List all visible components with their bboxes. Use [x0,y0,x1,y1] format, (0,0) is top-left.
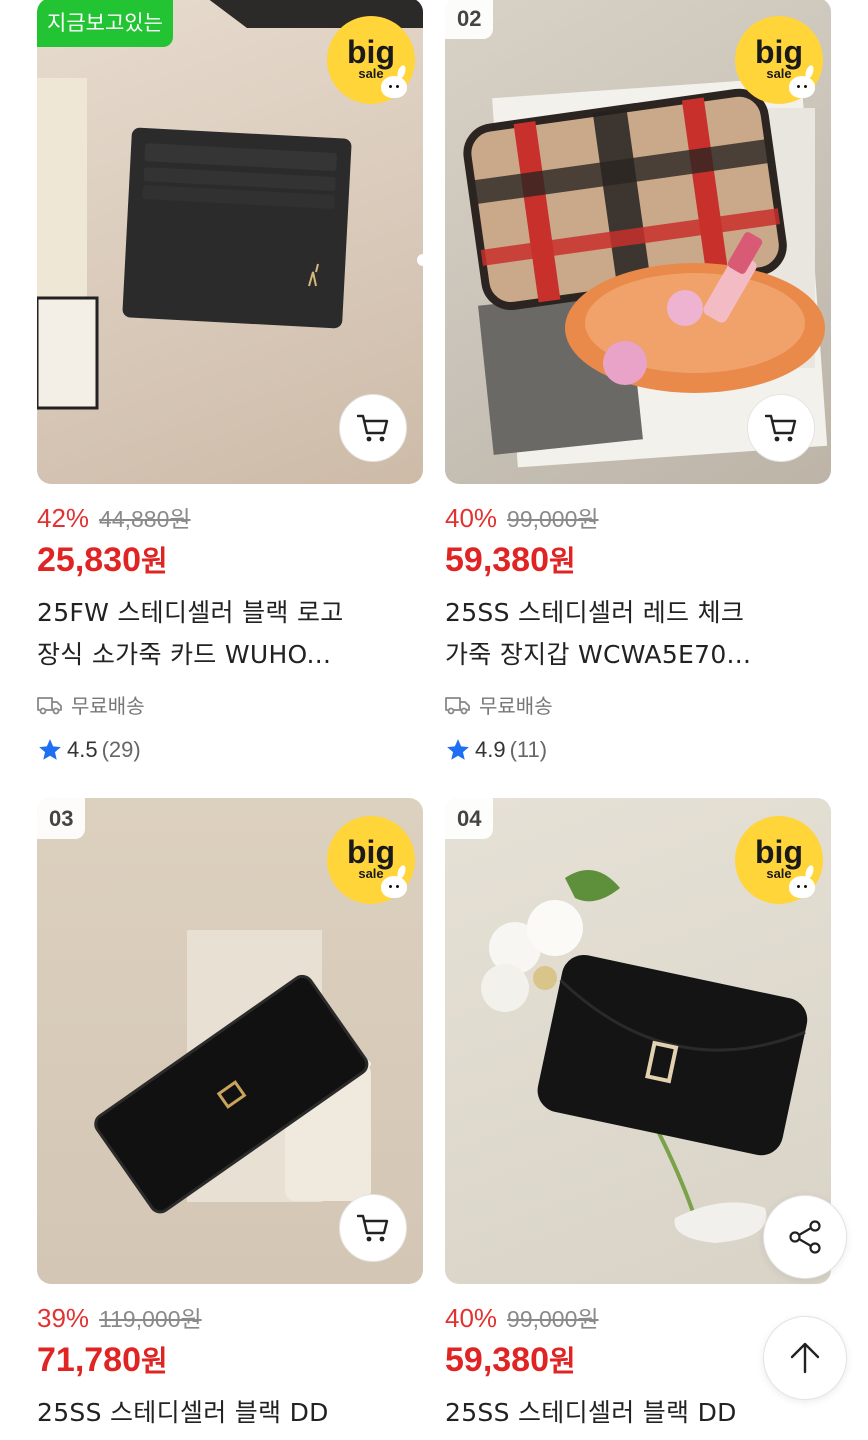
product-title[interactable]: 25SS 스테디셀러 블랙 DD [37,1392,407,1434]
sale-badge-text: sale [358,65,384,81]
rank-label: 04 [445,798,494,839]
add-to-cart-button[interactable] [339,394,407,462]
rating: 4.5 (29) [37,737,423,763]
price-line: 39% 119,000원 [37,1300,423,1334]
product-image[interactable]: 02 big sale [445,0,831,484]
product-card[interactable]: 지금보고있는 big sale 42% 44,880원 25,830원 25FW… [37,0,423,763]
sale-price: 59,380원 [445,538,831,580]
bunny-icon [789,76,815,98]
sale-price-unit: 원 [549,1344,576,1378]
big-sale-badge: big sale [735,816,823,904]
big-sale-badge: big sale [735,16,823,104]
product-title-line: 25SS 스테디셀러 레드 체크 [445,598,745,627]
truck-icon [37,696,62,714]
free-shipping: 무료배송 [37,690,423,719]
big-badge-text: big [347,33,395,70]
sale-badge-text: sale [766,865,792,881]
sale-price-number: 59,380 [445,1341,549,1379]
product-title-line: 장식 소가죽 카드 WUHO... [37,640,332,669]
original-price: 99,000원 [507,1306,599,1332]
share-icon [789,1220,821,1254]
arrow-up-icon [790,1342,820,1374]
product-title-line: 가죽 장지갑 WCWA5E70... [445,640,752,669]
share-button[interactable] [763,1195,847,1279]
sale-price-unit: 원 [141,1344,168,1378]
star-icon [447,739,469,760]
discount-rate: 40% [445,1303,498,1333]
product-title[interactable]: 25SS 스테디셀러 레드 체크 가죽 장지갑 WCWA5E70... [445,592,815,676]
bunny-icon [789,876,815,898]
sale-price-number: 59,380 [445,541,549,579]
rating: 4.9 (11) [445,737,831,763]
review-count: (11) [509,737,548,762]
sale-price-unit: 원 [141,544,168,578]
add-to-cart-button[interactable] [339,1194,407,1262]
now-viewing-badge: 지금보고있는 [37,0,173,47]
product-title-line: 25FW 스테디셀러 블랙 로고 [37,598,344,627]
big-badge-text: big [755,833,803,870]
bunny-icon [381,76,407,98]
discount-rate: 39% [37,1303,90,1333]
discount-rate: 42% [37,503,90,533]
big-badge-text: big [347,833,395,870]
cart-icon [764,414,797,442]
big-sale-badge: big sale [327,16,415,104]
sale-badge-text: sale [358,865,384,881]
rank-label: 03 [37,798,86,839]
product-image[interactable]: 지금보고있는 big sale [37,0,423,484]
sale-price-number: 25,830 [37,541,141,579]
free-shipping-label: 무료배송 [71,694,145,718]
product-image[interactable]: 03 big sale [37,798,423,1284]
sale-price-number: 71,780 [37,1341,141,1379]
price-line: 40% 99,000원 [445,500,831,534]
original-price: 44,880원 [99,506,191,532]
product-title-line: 25SS 스테디셀러 블랙 DD [37,1398,329,1427]
free-shipping-label: 무료배송 [479,694,553,718]
big-sale-badge: big sale [327,816,415,904]
original-price: 99,000원 [507,506,599,532]
bunny-icon [381,876,407,898]
sale-badge-text: sale [766,65,792,81]
product-title-line: 25SS 스테디셀러 블랙 DD [445,1398,737,1427]
star-icon [39,739,61,760]
scroll-to-top-button[interactable] [763,1316,847,1400]
sale-price: 25,830원 [37,538,423,580]
price-line: 42% 44,880원 [37,500,423,534]
rating-value: 4.5 [67,737,98,762]
product-card[interactable]: 02 big sale 40% 99,000원 59,380원 25SS 스테디… [445,0,831,763]
cart-icon [356,1214,389,1242]
cart-icon [356,414,389,442]
product-card[interactable]: 03 big sale 39% 119,000원 71,780원 25SS 스테… [37,798,423,1434]
review-count: (29) [101,737,141,762]
big-badge-text: big [755,33,803,70]
truck-icon [445,696,470,714]
rating-value: 4.9 [475,737,506,762]
sale-price-unit: 원 [549,544,576,578]
rank-label: 02 [445,0,494,39]
free-shipping: 무료배송 [445,690,831,719]
product-title[interactable]: 25FW 스테디셀러 블랙 로고 장식 소가죽 카드 WUHO... [37,592,407,676]
original-price: 119,000원 [99,1306,202,1332]
product-title[interactable]: 25SS 스테디셀러 블랙 DD [445,1392,815,1434]
discount-rate: 40% [445,503,498,533]
sale-price: 71,780원 [37,1338,423,1380]
add-to-cart-button[interactable] [747,394,815,462]
